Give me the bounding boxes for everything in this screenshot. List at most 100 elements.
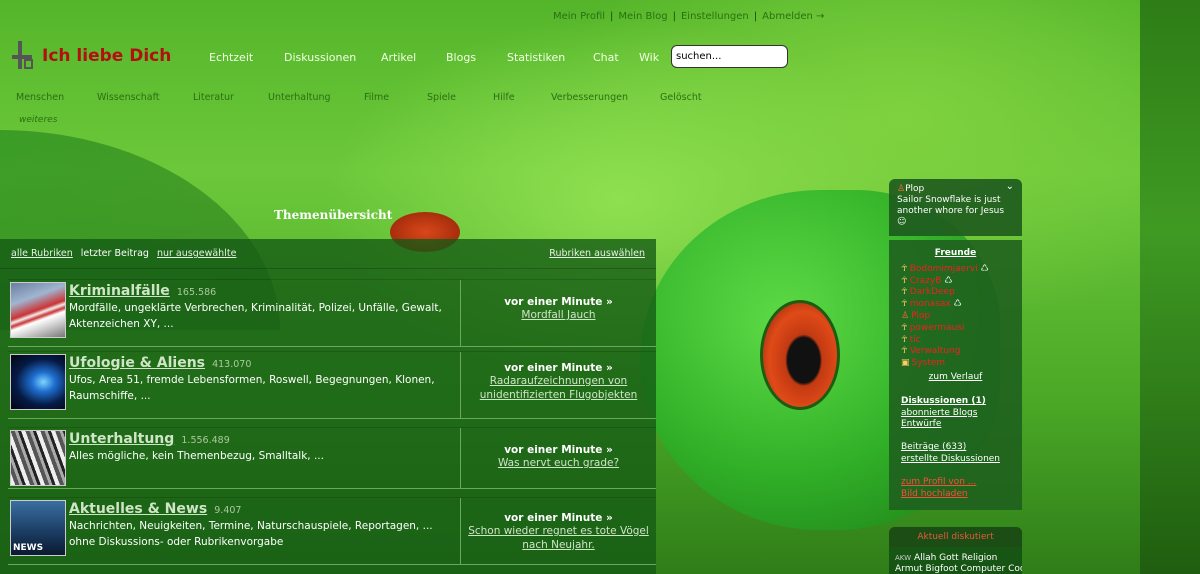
category-row: Ufologie & Aliens 413.070 Ufos, Area 51,… <box>8 351 656 419</box>
logout-link[interactable]: Abmelden → <box>762 11 824 22</box>
last-post: vor einer Minute » Schon wieder regnet e… <box>460 498 656 564</box>
category-name[interactable]: Ufologie & Aliens <box>69 355 205 371</box>
category-info: Kriminalfälle 165.586 Mordfälle, ungeklä… <box>69 280 459 332</box>
user-icon: ☥ <box>901 263 908 274</box>
history-link[interactable]: zum Verlauf <box>929 372 983 382</box>
category-count: 1.556.489 <box>181 435 230 446</box>
nav-blogs[interactable]: Blogs <box>446 51 507 64</box>
search-input[interactable] <box>671 45 788 68</box>
category-name[interactable]: Kriminalfälle <box>69 283 170 299</box>
last-post: vor einer Minute » Was nervt euch grade? <box>460 428 656 488</box>
friend-item[interactable]: ☥ monasax ♺ <box>901 299 1010 311</box>
category-description: Ufos, Area 51, fremde Lebensformen, Rosw… <box>69 374 435 402</box>
category-name[interactable]: Unterhaltung <box>69 431 174 447</box>
user-links: Mein Profil | Mein Blog | Einstellungen … <box>553 11 824 22</box>
category-count: 413.070 <box>212 359 252 370</box>
user-icon: ♙ <box>901 310 910 321</box>
last-post-time: vor einer Minute » <box>504 512 613 524</box>
category-description: Mordfälle, ungeklärte Verbrechen, Krimin… <box>69 302 442 330</box>
category-thumbnail[interactable] <box>10 282 66 338</box>
nav-echtzeit[interactable]: Echtzeit <box>209 51 284 64</box>
subnav-unterhaltung[interactable]: Unterhaltung <box>268 92 331 103</box>
last-post-topic[interactable]: Mordfall Jauch <box>461 308 656 322</box>
subnav-more-link[interactable]: weiteres <box>19 115 57 125</box>
subnav-spiele[interactable]: Spiele <box>427 92 456 103</box>
last-post-topic[interactable]: Radaraufzeichnungen von unidentifizierte… <box>461 374 656 402</box>
trending-tag[interactable]: AKW <box>895 554 911 562</box>
category-thumbnail[interactable] <box>10 430 66 486</box>
created-discussions-link[interactable]: erstellte Diskussionen <box>901 454 1000 464</box>
choose-categories-link[interactable]: Rubriken auswählen <box>549 248 645 259</box>
friend-item[interactable]: ☥ Bodomimjaervi ♺ <box>901 264 1010 276</box>
background-side <box>1140 0 1200 574</box>
category-count: 9.407 <box>214 505 242 516</box>
separator: | <box>672 11 676 22</box>
friend-item[interactable]: ☥ DarkDeep <box>901 287 1010 299</box>
last-post: vor einer Minute » Radaraufzeichnungen v… <box>460 352 656 418</box>
category-info: Aktuelles & News 9.407 Nachrichten, Neui… <box>69 498 459 550</box>
nav-chat[interactable]: Chat <box>593 51 639 64</box>
last-post-time: vor einer Minute » <box>504 296 613 308</box>
filter-all-link[interactable]: alle Rubriken <box>11 248 73 259</box>
filter-selected-link[interactable]: nur ausgewählte <box>157 248 236 259</box>
subnav-verbesserungen[interactable]: Verbesserungen <box>551 92 628 103</box>
category-thumbnail[interactable]: NEWS <box>10 500 66 556</box>
subnav-literatur[interactable]: Literatur <box>193 92 234 103</box>
main-nav: Echtzeit Diskussionen Artikel Blogs Stat… <box>209 51 659 64</box>
last-post-topic[interactable]: Schon wieder regnet es tote Vögel nach N… <box>461 524 656 552</box>
filter-last-post[interactable]: letzter Beitrag <box>81 248 149 259</box>
upload-image-link[interactable]: Bild hochladen <box>901 489 968 499</box>
user-icon: ♙ <box>897 184 906 194</box>
category-description: Alles mögliche, kein Themenbezug, Smallt… <box>69 450 324 462</box>
user-icon: ☥ <box>901 299 908 310</box>
profile-link[interactable]: zum Profil von ... <box>901 477 976 487</box>
discussions-link[interactable]: Diskussionen (1) <box>901 396 986 406</box>
last-post-time: vor einer Minute » <box>504 444 613 456</box>
status-text: Sailor Snowflake is just another whore f… <box>897 195 1005 227</box>
status-icon: ♺ <box>980 263 989 274</box>
trending-tags: AKW Allah Gott Religion Armut Bigfoot Co… <box>889 547 1022 574</box>
status-user[interactable]: Plop <box>905 184 924 194</box>
nav-diskussionen[interactable]: Diskussionen <box>284 51 381 64</box>
separator: | <box>610 11 614 22</box>
friend-item[interactable]: ☥ Verwaltung <box>901 346 1010 358</box>
friends-title[interactable]: Freunde <box>901 248 1010 260</box>
subnav-filme[interactable]: Filme <box>364 92 389 103</box>
filter-bar: alle Rubriken letzter Beitrag nur ausgew… <box>0 239 656 269</box>
user-icon: ☥ <box>901 334 908 345</box>
drafts-link[interactable]: Entwürfe <box>901 419 941 429</box>
status-icon: ♺ <box>944 275 953 286</box>
background-frog-eye <box>760 300 840 410</box>
nav-artikel[interactable]: Artikel <box>381 51 446 64</box>
friend-item[interactable]: ☥ powermausi <box>901 323 1010 335</box>
subnav-hilfe[interactable]: Hilfe <box>493 92 515 103</box>
category-description: Nachrichten, Neuigkeiten, Termine, Natur… <box>69 520 433 548</box>
friend-item[interactable]: ♙ Plop <box>901 311 1010 323</box>
friend-item[interactable]: ☥ CrazyB ♺ <box>901 276 1010 288</box>
nav-wiki[interactable]: Wik <box>639 51 659 64</box>
subscribed-blogs-link[interactable]: abonnierte Blogs <box>901 408 977 418</box>
user-icon: ☥ <box>901 287 908 298</box>
posts-link[interactable]: Beiträge (633) <box>901 442 966 452</box>
subnav-geloescht[interactable]: Gelöscht <box>660 92 702 103</box>
subnav-menschen[interactable]: Menschen <box>16 92 64 103</box>
my-profile-link[interactable]: Mein Profil <box>553 11 605 22</box>
status-icon: ♺ <box>953 299 962 310</box>
category-thumbnail[interactable] <box>10 354 66 410</box>
last-post-topic[interactable]: Was nervt euch grade? <box>461 456 656 470</box>
subnav-wissenschaft[interactable]: Wissenschaft <box>97 92 160 103</box>
nav-statistiken[interactable]: Statistiken <box>507 51 593 64</box>
friend-item[interactable]: ☥ tic <box>901 335 1010 347</box>
friend-item[interactable]: ▣ System <box>901 358 1010 370</box>
category-row: Unterhaltung 1.556.489 Alles mögliche, k… <box>8 427 656 489</box>
category-info: Unterhaltung 1.556.489 Alles mögliche, k… <box>69 428 459 464</box>
site-logo[interactable]: Ich liebe Dich <box>12 41 171 71</box>
category-name[interactable]: Aktuelles & News <box>69 501 207 517</box>
trending-tag[interactable]: Allah Gott Religion <box>914 553 997 563</box>
my-blog-link[interactable]: Mein Blog <box>618 11 667 22</box>
sidebar-panel: Freunde ☥ Bodomimjaervi ♺ ☥ CrazyB ♺ ☥ Dark… <box>889 240 1022 510</box>
separator: | <box>753 11 758 22</box>
chevron-down-icon[interactable]: ⌄ <box>1006 181 1014 192</box>
settings-link[interactable]: Einstellungen <box>681 11 749 22</box>
trending-tag[interactable]: Armut Bigfoot Computer Cool <box>895 564 1022 574</box>
